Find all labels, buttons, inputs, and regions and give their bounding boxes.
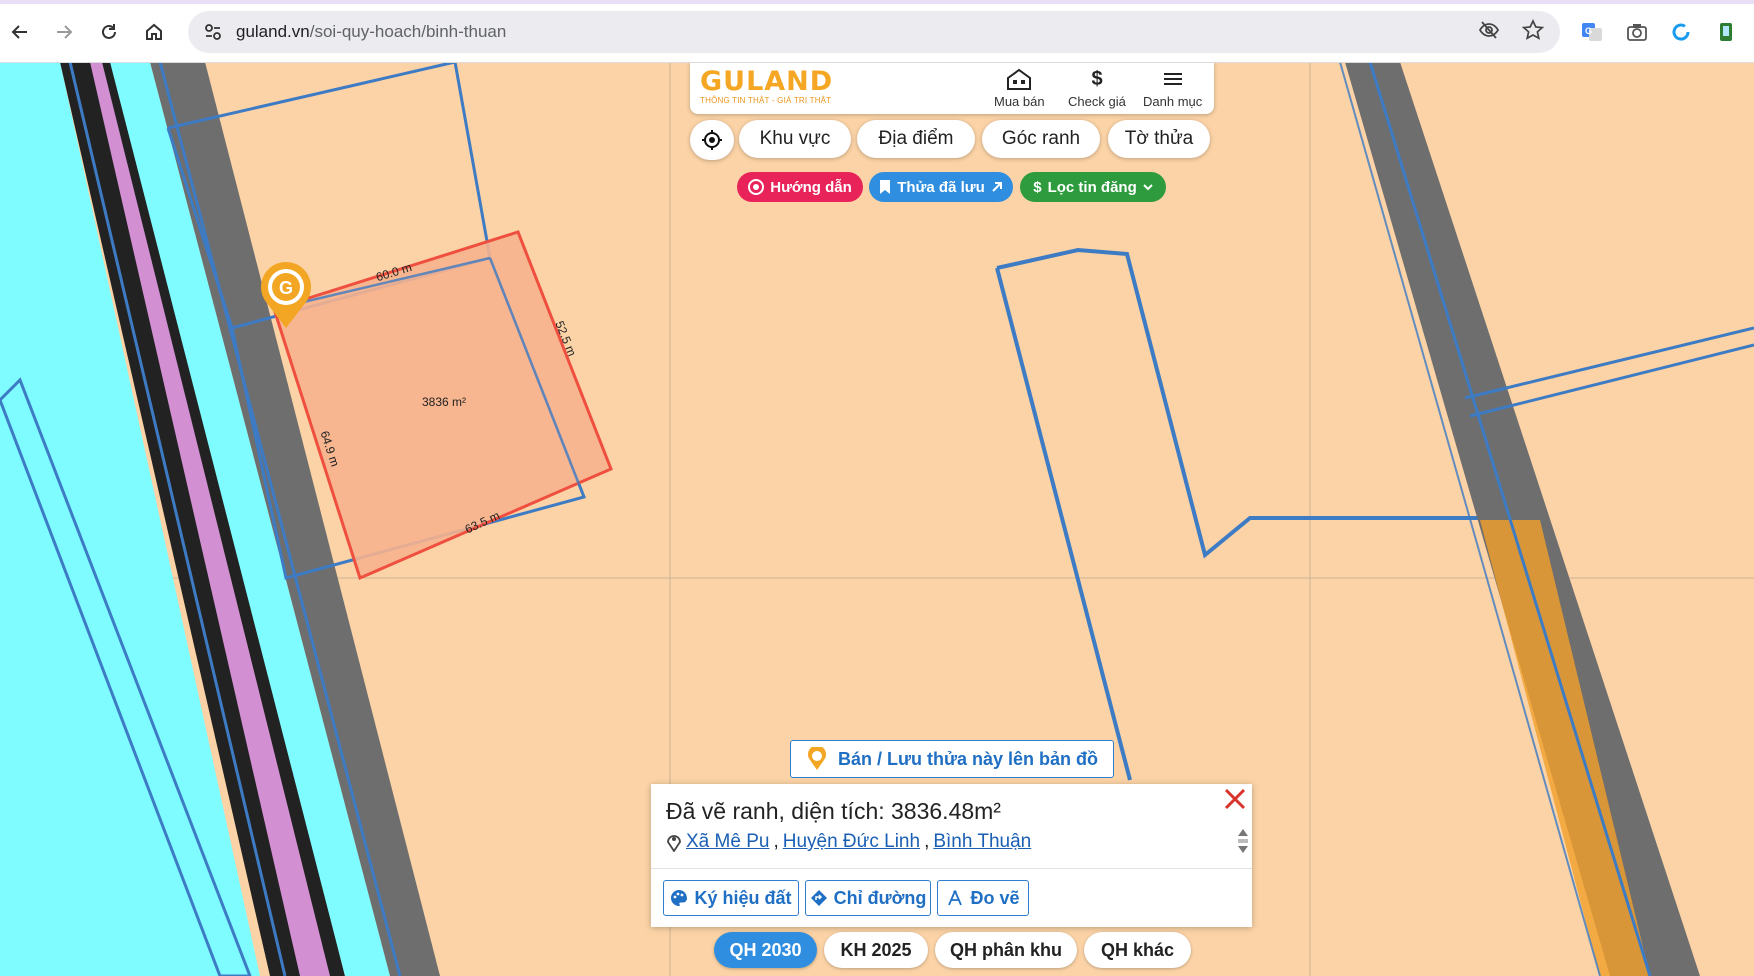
district-link[interactable]: Huyện Đức Linh — [783, 831, 920, 853]
sync-extension-icon[interactable] — [1667, 18, 1695, 46]
url-host: guland.vn — [236, 22, 310, 41]
logo-tagline: THÔNG TIN THẬT - GIÁ TRỊ THẬT — [700, 96, 832, 105]
nav-label: Check giá — [1068, 94, 1126, 109]
house-icon — [1007, 68, 1032, 90]
dollar-icon: $ — [1091, 68, 1102, 90]
browser-toolbar: guland.vn/soi-quy-hoach/binh-thuan G — [0, 0, 1754, 63]
tab-to-thua[interactable]: Tờ thửa — [1108, 120, 1210, 158]
tab-kh-2025[interactable]: KH 2025 — [824, 932, 928, 968]
filter-listings-chip[interactable]: $ Lọc tin đăng — [1020, 172, 1166, 202]
tab-strip-edge — [0, 0, 1754, 4]
crosshair-icon — [702, 130, 722, 150]
sell-save-parcel-button[interactable]: Bán / Lưu thửa này lên bản đồ — [790, 740, 1114, 778]
nav-check-gia[interactable]: $ Check giá — [1068, 66, 1126, 109]
chevron-down-icon — [1143, 184, 1153, 191]
eye-off-icon[interactable] — [1478, 19, 1500, 41]
reload-icon — [102, 24, 116, 39]
site-settings-icon[interactable] — [198, 17, 228, 47]
play-circle-icon — [748, 179, 765, 195]
guland-logo[interactable]: GULAND THÔNG TIN THẬT - GIÁ TRỊ THẬT — [700, 66, 834, 106]
locate-button[interactable] — [690, 120, 734, 160]
bookmark-star-icon[interactable] — [1522, 19, 1544, 41]
action-label: Ký hiệu đất — [694, 887, 792, 908]
svg-text:G: G — [279, 278, 293, 298]
parcel-location: Xã Mê Pu, Huyện Đức Linh, Bình Thuận — [666, 831, 1031, 853]
province-link[interactable]: Bình Thuận — [933, 831, 1031, 853]
back-button[interactable] — [4, 16, 36, 48]
menu-icon — [1163, 73, 1182, 85]
reload-button[interactable] — [93, 16, 125, 48]
divider — [651, 868, 1252, 869]
nav-danh-muc[interactable]: Danh mục — [1143, 66, 1202, 109]
directions-button[interactable]: Chỉ đường — [805, 880, 931, 916]
camera-extension-icon[interactable] — [1623, 18, 1651, 46]
save-label: Bán / Lưu thửa này lên bản đồ — [837, 748, 1099, 769]
parcel-area-title: Đã vẽ ranh, diện tích: 3836.48m² — [666, 798, 1001, 824]
arrow-right-icon — [57, 25, 73, 39]
site-header: GULAND THÔNG TIN THẬT - GIÁ TRỊ THẬT Mua… — [690, 62, 1214, 114]
scroll-handle-icon[interactable] — [1236, 828, 1250, 854]
guland-pin-icon — [808, 747, 826, 770]
address-bar[interactable]: guland.vn/soi-quy-hoach/binh-thuan — [188, 11, 1560, 53]
tab-qh-phan-khu[interactable]: QH phân khu — [935, 932, 1077, 968]
nav-label: Danh mục — [1143, 94, 1203, 109]
phone-extension-icon[interactable] — [1712, 18, 1740, 46]
tab-qh-2030[interactable]: QH 2030 — [714, 932, 817, 968]
compass-draw-icon — [948, 890, 963, 906]
guide-chip[interactable]: Hướng dẫn — [737, 172, 863, 202]
home-button[interactable] — [138, 16, 170, 48]
svg-text:$: $ — [1091, 68, 1102, 90]
logo-wordmark: GULAND — [700, 66, 834, 97]
bookmark-icon — [880, 180, 891, 194]
location-pin-icon — [667, 835, 681, 852]
svg-text:G: G — [1585, 26, 1592, 36]
action-label: Đo vẽ — [970, 887, 1020, 908]
home-icon — [146, 23, 162, 40]
palette-icon — [671, 890, 688, 906]
close-icon[interactable] — [1220, 784, 1250, 814]
land-symbol-button[interactable]: Ký hiệu đất — [663, 880, 799, 916]
nav-label: Mua bán — [994, 94, 1045, 109]
measure-draw-button[interactable]: Đo vẽ — [937, 880, 1029, 916]
filter-label: Lọc tin đăng — [1047, 178, 1137, 196]
arrow-left-icon — [11, 25, 27, 39]
url-text[interactable]: guland.vn/soi-quy-hoach/binh-thuan — [236, 22, 506, 42]
parcel-area-label: 3836 m² — [422, 395, 466, 409]
saved-parcels-chip[interactable]: Thửa đã lưu — [869, 172, 1013, 202]
url-path: /soi-quy-hoach/binh-thuan — [309, 22, 507, 41]
action-label: Chỉ đường — [833, 887, 927, 908]
forward-button[interactable] — [48, 16, 80, 48]
tab-goc-ranh[interactable]: Góc ranh — [982, 120, 1100, 158]
parcel-info-panel: Đã vẽ ranh, diện tích: 3836.48m² Xã Mê P… — [651, 784, 1252, 927]
external-arrow-icon — [992, 182, 1002, 192]
commune-link[interactable]: Xã Mê Pu — [686, 831, 769, 853]
tab-dia-diem[interactable]: Địa điểm — [857, 120, 975, 158]
dollar-icon: $ — [1033, 178, 1042, 196]
tab-khu-vuc[interactable]: Khu vực — [739, 120, 851, 158]
nav-mua-ban[interactable]: Mua bán — [994, 66, 1045, 109]
translate-extension-icon[interactable]: G — [1578, 18, 1606, 46]
tab-qh-khac[interactable]: QH khác — [1084, 932, 1191, 968]
guide-label: Hướng dẫn — [770, 178, 852, 196]
directions-icon — [810, 890, 827, 906]
saved-label: Thửa đã lưu — [897, 178, 985, 196]
